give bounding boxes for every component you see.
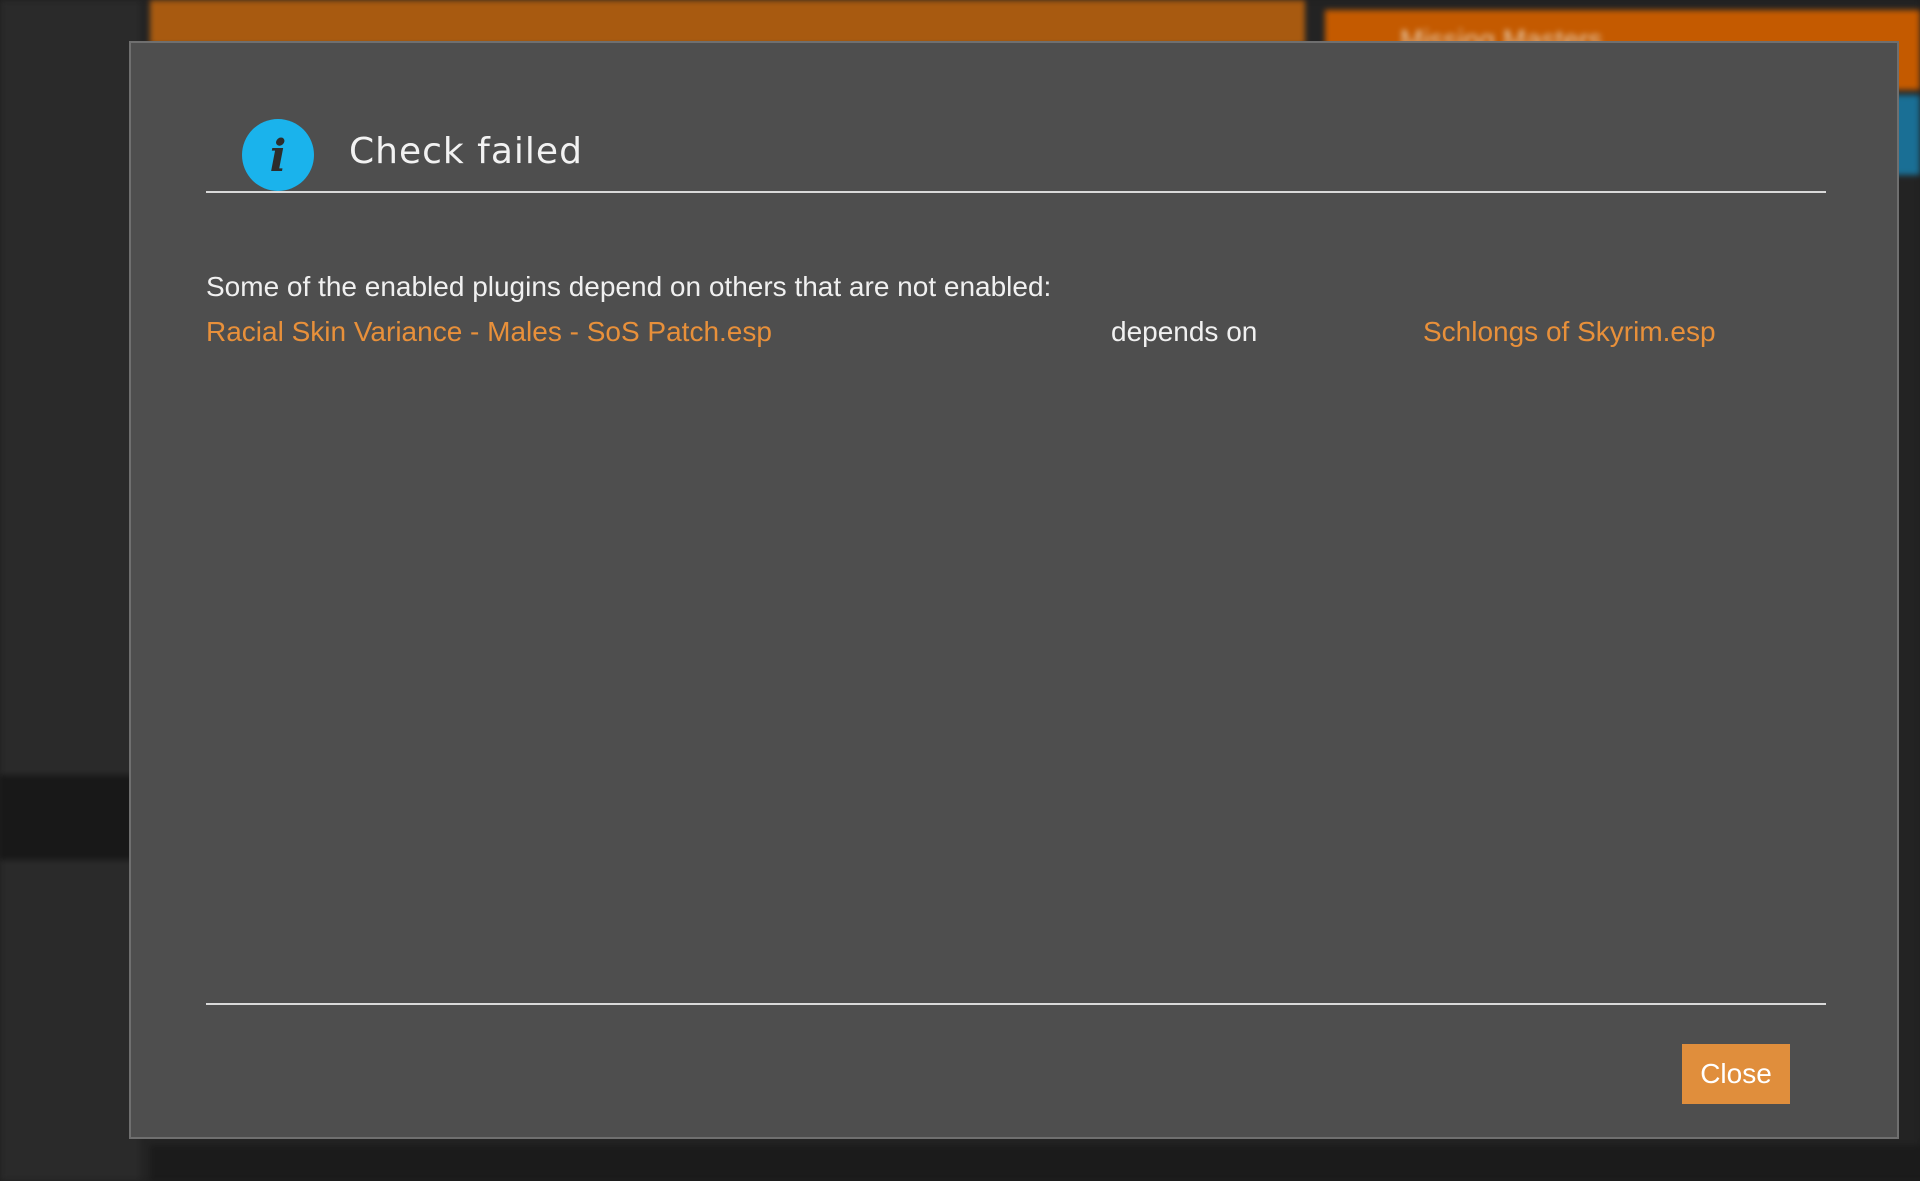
dependency-plugin-link[interactable]: Racial Skin Variance - Males - SoS Patch…: [206, 316, 772, 348]
dialog-footer: Close: [206, 1003, 1826, 1135]
dialog-title: Check failed: [349, 131, 583, 172]
info-icon-glyph: i: [269, 131, 287, 182]
background-bottom-bar: [150, 1145, 1920, 1181]
close-button[interactable]: Close: [1682, 1044, 1790, 1104]
background-toolbar: [150, 0, 1305, 45]
background-sidebar-selected-item: [0, 775, 140, 860]
background-sidebar: [0, 0, 140, 1181]
check-failed-dialog: i Check failed Some of the enabled plugi…: [129, 41, 1899, 1139]
dependency-master-link[interactable]: Schlongs of Skyrim.esp: [1423, 316, 1716, 348]
dialog-header: i Check failed: [206, 73, 1826, 193]
dialog-message: Some of the enabled plugins depend on ot…: [206, 271, 1052, 302]
dependency-relation: depends on: [1111, 316, 1258, 347]
dialog-body: Some of the enabled plugins depend on ot…: [206, 223, 1826, 1003]
info-icon: i: [242, 119, 314, 191]
